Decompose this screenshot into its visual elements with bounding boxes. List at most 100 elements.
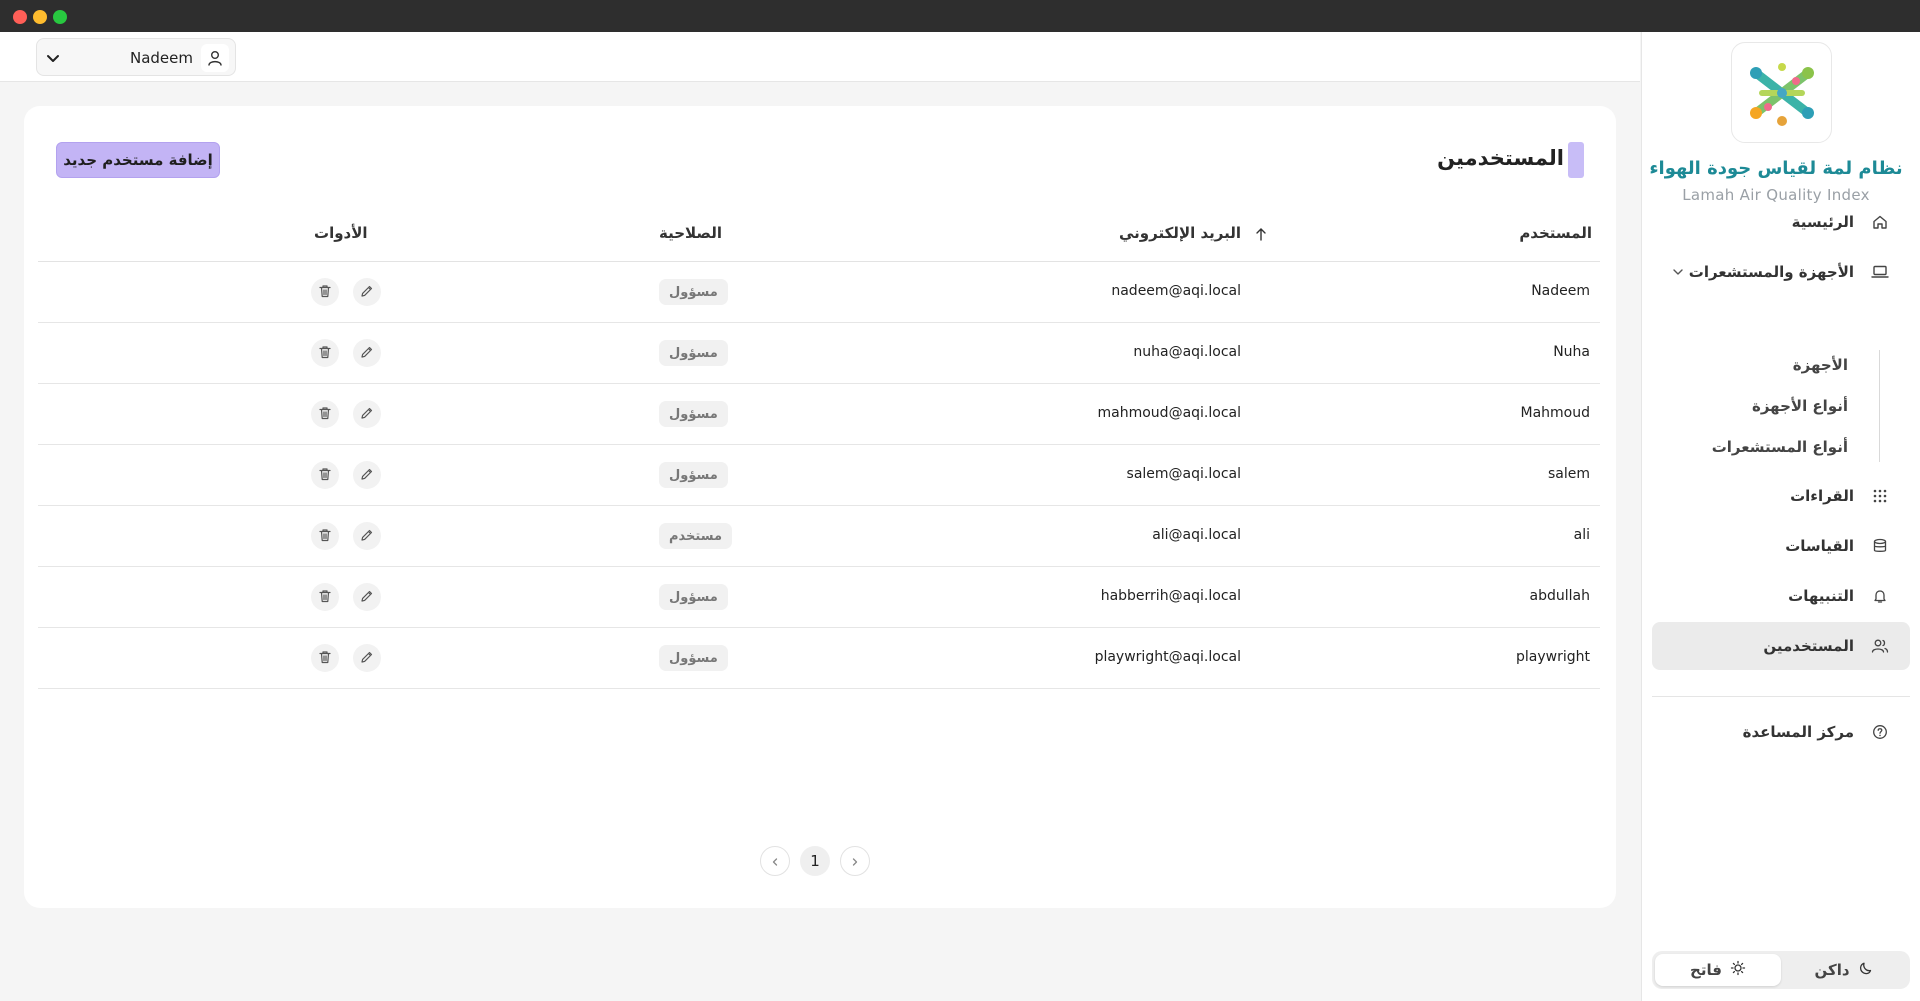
- cell-user: ali: [1573, 527, 1590, 543]
- role-badge: مسؤول: [659, 584, 728, 610]
- cell-user: Nuha: [1553, 344, 1590, 360]
- cell-email: salem@aqi.local: [1126, 466, 1241, 482]
- trash-icon: [318, 588, 332, 607]
- cell-user: playwright: [1516, 649, 1590, 665]
- role-badge: مسؤول: [659, 279, 728, 305]
- window-close-button[interactable]: [13, 10, 27, 24]
- cell-user: salem: [1547, 466, 1590, 482]
- sidebar-item-users[interactable]: المستخدمين: [1652, 622, 1910, 670]
- trash-icon: [318, 649, 332, 668]
- table-row: ali ali@aqi.local مستخدم: [38, 506, 1600, 567]
- window-maximize-button[interactable]: [53, 10, 67, 24]
- trash-icon: [318, 283, 332, 302]
- sidebar-item-alerts[interactable]: التنبيهات: [1652, 572, 1910, 620]
- cell-user: abdullah: [1529, 588, 1590, 604]
- role-badge: مسؤول: [659, 401, 728, 427]
- table-row: abdullah habberrih@aqi.local مسؤول: [38, 567, 1600, 628]
- cell-user: Nadeem: [1531, 283, 1590, 299]
- pagination-prev-button[interactable]: [760, 846, 790, 876]
- sort-ascending-icon[interactable]: [1254, 226, 1268, 242]
- chevron-left-icon: [770, 852, 780, 871]
- trash-icon: [318, 344, 332, 363]
- sun-icon: [1730, 960, 1746, 980]
- sidebar-item-label: التنبيهات: [1788, 587, 1854, 605]
- edit-button[interactable]: [353, 583, 381, 611]
- moon-icon: [1858, 960, 1874, 980]
- delete-button[interactable]: [311, 522, 339, 550]
- sidebar-divider: [1652, 696, 1910, 697]
- sidebar-item-label: الأجهزة والمستشعرات: [1688, 263, 1854, 281]
- top-header: Nadeem: [0, 32, 1640, 82]
- sidebar-subitem-sensor-types[interactable]: أنواع المستشعرات: [1712, 438, 1848, 456]
- chevron-right-icon: [850, 852, 860, 871]
- edit-button[interactable]: [353, 400, 381, 428]
- role-badge: مسؤول: [659, 340, 728, 366]
- trash-icon: [318, 527, 332, 546]
- logo: [1731, 42, 1832, 143]
- delete-button[interactable]: [311, 339, 339, 367]
- role-badge: مسؤول: [659, 645, 728, 671]
- theme-light-button[interactable]: فاتح: [1655, 954, 1781, 986]
- users-card: المستخدمين إضافة مستخدم جديد المستخدم ال…: [24, 106, 1616, 908]
- trash-icon: [318, 405, 332, 424]
- edit-button[interactable]: [353, 339, 381, 367]
- table-row: playwright playwright@aqi.local مسؤول: [38, 628, 1600, 689]
- cell-email: ali@aqi.local: [1152, 527, 1241, 543]
- cell-email: mahmoud@aqi.local: [1097, 405, 1241, 421]
- delete-button[interactable]: [311, 644, 339, 672]
- role-badge: مسؤول: [659, 462, 728, 488]
- window-titlebar: [0, 0, 1920, 32]
- cell-email: playwright@aqi.local: [1094, 649, 1241, 665]
- delete-button[interactable]: [311, 400, 339, 428]
- sidebar-item-label: مركز المساعدة: [1742, 723, 1854, 741]
- sidebar-item-help[interactable]: مركز المساعدة: [1652, 708, 1910, 756]
- column-header-email[interactable]: البريد الإلكتروني: [1119, 224, 1241, 242]
- column-header-tools: الأدوات: [314, 224, 368, 242]
- delete-button[interactable]: [311, 278, 339, 306]
- delete-button[interactable]: [311, 461, 339, 489]
- logo-icon: [1750, 63, 1814, 126]
- laptop-icon: [1870, 262, 1890, 282]
- pencil-icon: [360, 283, 374, 302]
- cell-email: nadeem@aqi.local: [1111, 283, 1241, 299]
- add-user-button[interactable]: إضافة مستخدم جديد: [56, 142, 220, 178]
- sidebar-item-measurements[interactable]: القياسات: [1652, 522, 1910, 570]
- sidebar-item-label: القراءات: [1790, 487, 1854, 505]
- edit-button[interactable]: [353, 644, 381, 672]
- theme-dark-button[interactable]: داكن: [1781, 954, 1907, 986]
- delete-button[interactable]: [311, 583, 339, 611]
- edit-button[interactable]: [353, 461, 381, 489]
- theme-toggle: فاتح داكن: [1652, 951, 1910, 989]
- chevron-down-icon: [45, 50, 61, 66]
- bell-icon: [1870, 586, 1890, 606]
- pencil-icon: [360, 527, 374, 546]
- database-icon: [1870, 536, 1890, 556]
- sidebar-subitem-devices[interactable]: الأجهزة: [1793, 356, 1848, 374]
- table-row: salem salem@aqi.local مسؤول: [38, 445, 1600, 506]
- pagination-page-1[interactable]: 1: [800, 846, 830, 876]
- user-menu[interactable]: Nadeem: [36, 38, 236, 76]
- edit-button[interactable]: [353, 522, 381, 550]
- edit-button[interactable]: [353, 278, 381, 306]
- table-row: Mahmoud mahmoud@aqi.local مسؤول: [38, 384, 1600, 445]
- sidebar-item-readings[interactable]: القراءات: [1652, 472, 1910, 520]
- sidebar-item-devices-sensors[interactable]: الأجهزة والمستشعرات: [1652, 248, 1910, 296]
- help-circle-icon: [1870, 722, 1890, 742]
- role-badge: مستخدم: [659, 523, 732, 549]
- column-header-role[interactable]: الصلاحية: [659, 224, 722, 242]
- user-icon: [201, 44, 229, 72]
- sidebar-subitem-device-types[interactable]: أنواع الأجهزة: [1752, 397, 1848, 415]
- pencil-icon: [360, 405, 374, 424]
- users-icon: [1870, 636, 1890, 656]
- pagination-next-button[interactable]: [840, 846, 870, 876]
- grid-icon: [1870, 486, 1890, 506]
- table-row: Nuha nuha@aqi.local مسؤول: [38, 323, 1600, 384]
- column-header-user[interactable]: المستخدم: [1519, 224, 1592, 242]
- sidebar-item-home[interactable]: الرئيسية: [1652, 198, 1910, 246]
- submenu-guide-line: [1879, 350, 1880, 462]
- cell-email: nuha@aqi.local: [1133, 344, 1241, 360]
- home-icon: [1870, 212, 1890, 232]
- window-minimize-button[interactable]: [33, 10, 47, 24]
- table-row: Nadeem nadeem@aqi.local مسؤول: [38, 262, 1600, 323]
- chevron-down-icon[interactable]: [1670, 264, 1686, 280]
